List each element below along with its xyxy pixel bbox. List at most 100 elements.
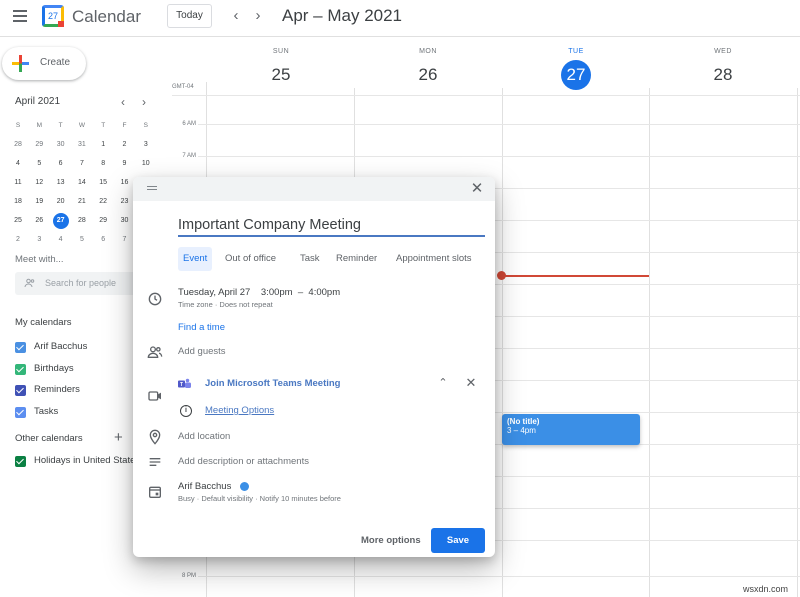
current-time-dot (497, 271, 506, 280)
mini-day-number: 26 (35, 217, 44, 224)
remove-conference-icon[interactable]: ✕ (464, 375, 478, 390)
mini-calendar-day[interactable]: 5 (72, 231, 92, 249)
today-button[interactable]: Today (167, 4, 212, 28)
mini-calendar-day[interactable]: 11 (8, 174, 28, 192)
mini-calendar-day[interactable]: 7 (72, 155, 92, 173)
mini-calendar-day[interactable]: 12 (29, 174, 49, 192)
mini-calendar-day[interactable]: 4 (8, 155, 28, 173)
mini-calendar-day[interactable]: 1 (93, 136, 113, 154)
tab-reminder[interactable]: Reminder (331, 247, 382, 271)
mini-day-number: 2 (16, 236, 20, 243)
day-number[interactable]: 27 (561, 60, 591, 90)
mini-calendar-day[interactable]: 6 (51, 155, 71, 173)
tab-event[interactable]: Event (178, 247, 213, 271)
add-location-input[interactable]: Add location (178, 431, 230, 442)
day-number[interactable]: 25 (272, 65, 291, 84)
day-header-mon[interactable]: MON 26 (358, 48, 498, 90)
mini-calendar-day[interactable]: 2 (115, 136, 135, 154)
mini-calendar-day[interactable]: 26 (29, 212, 49, 230)
day-header-tue[interactable]: TUE 27 (506, 48, 646, 90)
join-teams-meeting-link[interactable]: Join Microsoft Teams Meeting (205, 378, 340, 389)
mini-calendar-day[interactable]: 30 (51, 136, 71, 154)
calendar-checkbox[interactable] (15, 456, 26, 467)
calendar-checkbox[interactable] (15, 363, 26, 375)
day-number[interactable]: 26 (419, 65, 438, 84)
mini-calendar-day[interactable]: 9 (115, 155, 135, 173)
mini-calendar-day[interactable]: 18 (8, 193, 28, 211)
header-divider (0, 36, 800, 37)
mini-calendar-day[interactable]: 2 (8, 231, 28, 249)
my-calendars-label[interactable]: My calendars (15, 317, 72, 328)
mini-calendar-day[interactable]: 5 (29, 155, 49, 173)
mini-calendar-day[interactable]: 23 (115, 193, 135, 211)
mini-calendar-day[interactable]: 3 (136, 136, 156, 154)
mini-calendar-day[interactable]: 28 (8, 136, 28, 154)
day-number[interactable]: 28 (714, 65, 733, 84)
save-button[interactable]: Save (431, 528, 485, 553)
day-header-sun[interactable]: SUN 25 (211, 48, 351, 90)
mini-day-number: 2 (122, 141, 127, 148)
add-description-input[interactable]: Add description or attachments (178, 456, 309, 467)
mini-weekday-label: T (101, 122, 106, 129)
mini-calendar-day[interactable]: 21 (72, 193, 92, 211)
day-header-wed[interactable]: WED 28 (653, 48, 793, 90)
event-dialog: ✕ Event Out of office Task Reminder Appo… (133, 177, 495, 557)
mini-calendar-day[interactable]: 13 (51, 174, 71, 192)
mini-calendar-day[interactable]: 31 (72, 136, 92, 154)
calendar-settings-summary[interactable]: Busy · Default visibility · Notify 10 mi… (178, 494, 341, 503)
find-a-time-link[interactable]: Find a time (178, 322, 225, 333)
drag-handle-icon[interactable] (147, 186, 157, 191)
mini-day-number: 22 (99, 198, 108, 205)
timezone-repeat[interactable]: Time zone · Does not repeat (178, 300, 273, 309)
hour-gridline (198, 124, 800, 125)
mini-calendar-day[interactable]: 4 (51, 231, 71, 249)
mini-calendar-day[interactable]: 20 (51, 193, 71, 211)
calendar-checkbox[interactable] (15, 342, 26, 353)
calendar-color-dot[interactable] (240, 482, 249, 491)
main-menu-icon[interactable] (13, 10, 27, 22)
create-button[interactable]: Create (2, 47, 86, 80)
mini-calendar-day[interactable]: 15 (93, 174, 113, 192)
chevron-up-icon[interactable]: ⌃ (437, 376, 449, 390)
meeting-options-link[interactable]: Meeting Options (205, 405, 274, 416)
mini-day-number: 8 (101, 160, 106, 167)
microsoft-teams-icon: T (178, 378, 191, 388)
mini-weekday-label: S (143, 122, 148, 129)
mini-calendar-day[interactable]: 19 (29, 193, 49, 211)
mini-calendar-day[interactable]: 3 (29, 231, 49, 249)
mini-day-number: 25 (14, 217, 22, 224)
calendar-checkbox[interactable] (15, 385, 26, 396)
mini-next-icon[interactable]: › (138, 95, 150, 109)
more-options-button[interactable]: More options (355, 529, 427, 553)
create-label: Create (40, 57, 71, 68)
mini-calendar-day[interactable]: 27 (51, 212, 71, 230)
mini-calendar-day[interactable]: 14 (72, 174, 92, 192)
chevron-right-icon[interactable]: › (251, 7, 265, 25)
mini-prev-icon[interactable]: ‹ (117, 95, 129, 109)
mini-calendar-day[interactable]: 28 (72, 212, 92, 230)
close-icon[interactable]: ✕ (469, 181, 485, 197)
mini-calendar-day[interactable]: 22 (93, 193, 113, 211)
event-title-input[interactable] (178, 215, 485, 237)
tab-appointment-slots[interactable]: Appointment slots (391, 247, 477, 271)
tab-out-of-office[interactable]: Out of office (220, 247, 281, 271)
mini-calendar-day[interactable]: 8 (93, 155, 113, 173)
mini-calendar-day[interactable]: 25 (8, 212, 28, 230)
calendar-checkbox[interactable] (15, 406, 26, 418)
mini-weekday-label: F (122, 122, 127, 129)
mini-calendar-day[interactable]: 29 (29, 136, 49, 154)
mini-calendar-day[interactable]: 16 (115, 174, 135, 192)
add-other-calendar-icon[interactable]: + (114, 429, 123, 446)
add-guests-input[interactable]: Add guests (178, 346, 226, 357)
chevron-left-icon[interactable]: ‹ (229, 7, 243, 25)
mini-calendar-day[interactable]: 30 (115, 212, 135, 230)
other-calendars-label[interactable]: Other calendars (15, 433, 83, 444)
mini-calendar-day[interactable]: 10 (136, 155, 156, 173)
tab-task[interactable]: Task (295, 247, 325, 271)
event-date-time[interactable]: Tuesday, April 27 3:00pm – 4:00pm (178, 287, 340, 298)
calendar-owner[interactable]: Arif Bacchus (178, 481, 231, 492)
event-chip[interactable]: (No title) 3 – 4pm (502, 414, 640, 445)
mini-calendar-day[interactable]: 6 (93, 231, 113, 249)
mini-calendar-day[interactable]: 7 (115, 231, 135, 249)
mini-calendar-day[interactable]: 29 (93, 212, 113, 230)
